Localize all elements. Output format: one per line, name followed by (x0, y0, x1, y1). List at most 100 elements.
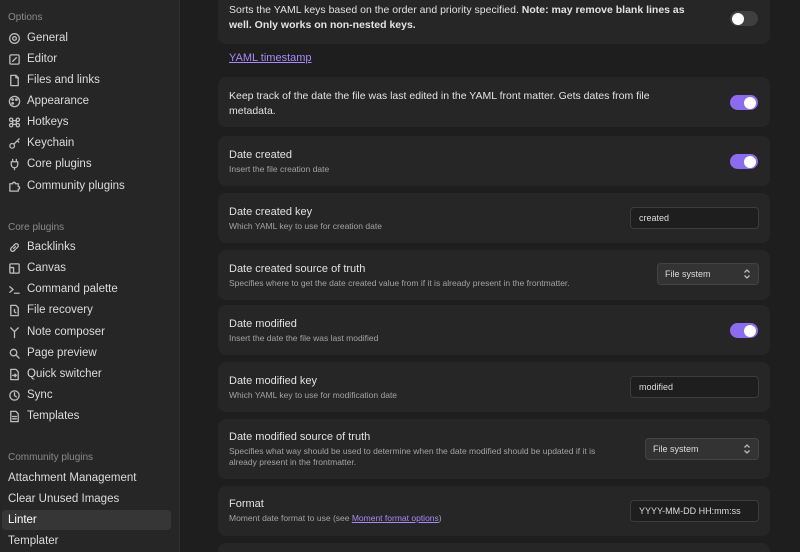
sidebar-item-label: Quick switcher (27, 368, 102, 380)
setting-description-text: Moment date format to use (see (229, 513, 352, 523)
sidebar-item-editor[interactable]: Editor (2, 49, 171, 69)
switcher-icon (8, 368, 21, 381)
sidebar-item-label: Linter (8, 514, 37, 526)
template-icon (8, 410, 21, 423)
sidebar-item-label: File recovery (27, 304, 93, 316)
setting-name: Date created source of truth (229, 263, 366, 275)
sidebar-item-page-preview[interactable]: Page preview (2, 343, 171, 363)
sidebar-item-label: Core plugins (27, 158, 92, 170)
sidebar-item-clear-unused-images[interactable]: Clear Unused Images (2, 489, 171, 509)
preview-icon (8, 347, 21, 360)
sidebar-item-general[interactable]: General (2, 28, 171, 48)
setting-description: Which YAML key to use for modification d… (229, 390, 398, 400)
command-icon (8, 116, 21, 129)
sidebar-item-label: Backlinks (27, 241, 76, 253)
sidebar-item-linter[interactable]: Linter (2, 510, 171, 530)
sidebar-item-keychain[interactable]: Keychain (2, 133, 171, 153)
sidebar-item-appearance[interactable]: Appearance (2, 91, 171, 111)
sidebar-item-label: Attachment Management (8, 472, 137, 484)
yaml-timestamp-link[interactable]: YAML timestamp (229, 52, 312, 64)
date-created-source-select[interactable]: File system (657, 263, 759, 285)
toggle-knob (744, 324, 756, 337)
settings-sidebar: Options General Editor Files and links A… (0, 0, 180, 552)
sidebar-item-sync[interactable]: Sync (2, 385, 171, 405)
options-section-label: Options (8, 12, 43, 23)
core-plugins-section-label: Core plugins (8, 222, 65, 233)
settings-content: Sorts the YAML keys based on the order a… (181, 0, 800, 552)
sidebar-item-files-and-links[interactable]: Files and links (2, 70, 171, 90)
sidebar-item-label: Templater (8, 535, 59, 547)
setting-name: Date created key (229, 206, 313, 218)
setting-name: Date modified key (229, 375, 318, 387)
sidebar-item-note-composer[interactable]: Note composer (2, 322, 171, 342)
yaml-timestamp-toggle[interactable] (730, 95, 758, 110)
setting-yaml-timestamp: Keep track of the date the file was last… (218, 77, 770, 127)
setting-description-text: Sorts the YAML keys based on the order a… (229, 4, 522, 16)
canvas-icon (8, 262, 21, 275)
date-created-toggle[interactable] (730, 154, 758, 169)
sidebar-item-label: Command palette (27, 283, 118, 295)
setting-description: Moment date format to use (see Moment fo… (229, 513, 442, 524)
sidebar-item-label: Hotkeys (27, 116, 69, 128)
setting-date-modified: Date modified Insert the date the file w… (218, 305, 770, 355)
sort-keys-toggle[interactable] (730, 11, 758, 26)
setting-description: Which YAML key to use for creation date (229, 221, 382, 231)
palette-icon (8, 95, 21, 108)
chevron-updown-icon (743, 443, 751, 455)
sidebar-item-label: Note composer (27, 326, 105, 338)
select-value: File system (653, 444, 699, 454)
setting-format: Format Moment date format to use (see Mo… (218, 486, 770, 536)
chevron-updown-icon (743, 268, 751, 280)
setting-description: Insert the date the file was last modifi… (229, 333, 379, 343)
date-modified-key-input[interactable]: modified (630, 376, 759, 398)
setting-name: Date modified source of truth (229, 431, 371, 443)
sidebar-item-file-recovery[interactable]: File recovery (2, 300, 171, 320)
sidebar-item-label: Templates (27, 410, 80, 422)
plug-icon (8, 158, 21, 171)
sidebar-item-attachment-management[interactable]: Attachment Management (2, 468, 171, 488)
select-value: File system (665, 269, 711, 279)
sidebar-item-label: Appearance (27, 95, 90, 107)
setting-date-modified-source: Date modified source of truth Specifies … (218, 419, 770, 479)
pencil-icon (8, 53, 21, 66)
date-modified-source-select[interactable]: File system (645, 438, 759, 460)
setting-description: Specifies where to get the date created … (229, 278, 570, 288)
merge-icon (8, 326, 21, 339)
setting-name: Format (229, 498, 264, 510)
sync-icon (8, 389, 21, 402)
sidebar-item-community-plugins[interactable]: Community plugins (2, 176, 171, 196)
sidebar-item-label: Community plugins (27, 180, 125, 192)
gear-icon (8, 32, 21, 45)
backlink-icon (8, 241, 21, 254)
moment-format-options-link[interactable]: Moment format options (352, 513, 439, 523)
date-created-key-input[interactable]: created (630, 207, 759, 229)
date-modified-toggle[interactable] (730, 323, 758, 338)
setting-description: Keep track of the date the file was last… (229, 90, 650, 117)
setting-name: Date modified (229, 318, 297, 330)
format-input[interactable]: YYYY-MM-DD HH:mm:ss (630, 500, 759, 522)
sidebar-item-templater[interactable]: Templater (2, 531, 171, 551)
sidebar-item-backlinks[interactable]: Backlinks (2, 237, 171, 257)
toggle-knob (744, 96, 756, 109)
key-icon (8, 137, 21, 150)
setting-description-line2: already present in the frontmatter. (229, 457, 357, 467)
setting-sort-yaml-keys: Sorts the YAML keys based on the order a… (218, 0, 770, 44)
terminal-icon (8, 283, 21, 296)
setting-description-line1: Specifies what way should be used to det… (229, 446, 596, 456)
sidebar-item-label: Clear Unused Images (8, 493, 120, 505)
sidebar-item-core-plugins[interactable]: Core plugins (2, 154, 171, 174)
sidebar-item-label: Canvas (27, 262, 66, 274)
sidebar-item-quick-switcher[interactable]: Quick switcher (2, 364, 171, 384)
setting-name: Date created (229, 149, 292, 161)
setting-date-created-source: Date created source of truth Specifies w… (218, 250, 770, 300)
community-plugins-section-label: Community plugins (8, 452, 94, 463)
sidebar-item-hotkeys[interactable]: Hotkeys (2, 112, 171, 132)
history-icon (8, 304, 21, 317)
sidebar-item-templates[interactable]: Templates (2, 406, 171, 426)
sidebar-item-label: Page preview (27, 347, 97, 359)
sidebar-item-command-palette[interactable]: Command palette (2, 279, 171, 299)
toggle-knob (744, 155, 756, 168)
sidebar-item-canvas[interactable]: Canvas (2, 258, 171, 278)
file-icon (8, 74, 21, 87)
sidebar-item-label: Keychain (27, 137, 75, 149)
